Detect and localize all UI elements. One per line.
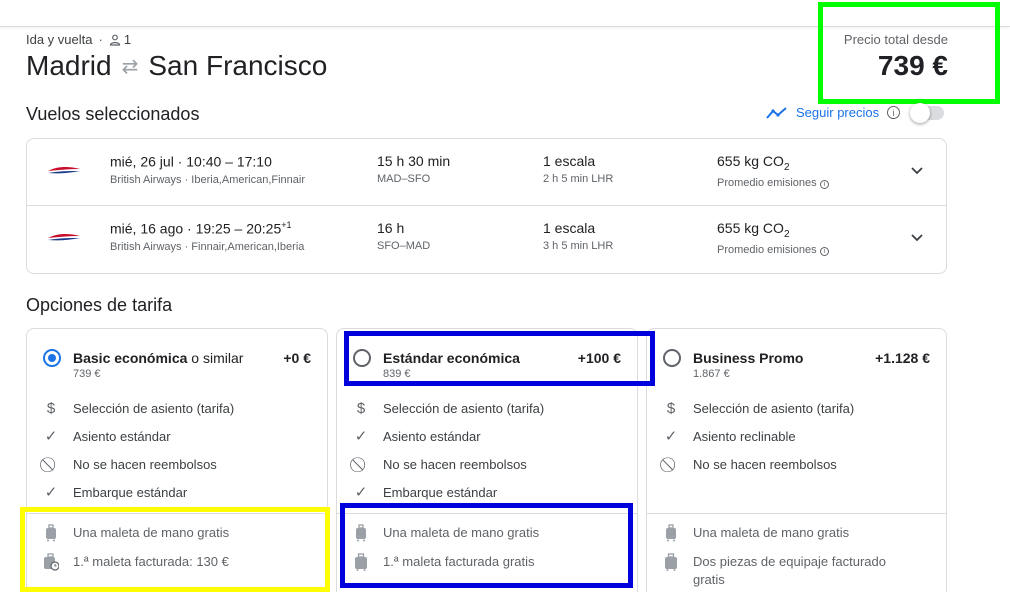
dollar-icon: $ [46,399,56,417]
fare-radio-selected[interactable] [43,349,61,367]
flight-layover: 3 h 5 min LHR [543,240,614,252]
chevron-down-icon[interactable] [910,230,924,244]
check-icon: ✓ [44,428,58,445]
flight-emissions: 655 kg CO2 [717,220,790,240]
flight-airlines: British Airways · Iberia,American,Finnai… [110,173,306,186]
person-icon [109,34,120,46]
british-airways-logo [48,166,80,174]
passengers-selector[interactable]: 1 [109,32,131,47]
track-prices-label[interactable]: Seguir precios [796,105,879,120]
fare-card-standard[interactable]: Estándar económica +100 € 839 € $ Selecci… [336,328,638,592]
selected-flights-list: mié, 26 jul · 10:40 – 17:10 British Airw… [26,138,947,274]
fare-options-title: Opciones de tarifa [26,295,173,315]
feature-seat: ✓ Asiento estándar [354,428,481,445]
flight-duration: 15 h 30 min [377,153,451,169]
flight-stops: 1 escala [543,153,596,169]
checked-bag-icon [665,553,677,571]
divider [647,513,946,514]
flight-row-outbound[interactable]: mié, 26 jul · 10:40 – 17:10 British Airw… [27,139,946,206]
no-icon: ⃠ [353,456,369,472]
dollar-icon: $ [666,399,676,417]
track-prices-control[interactable]: Seguir precios i [766,102,945,123]
feature-seat-selection: $ Selección de asiento (tarifa) [663,399,854,417]
fare-radio[interactable] [353,349,371,367]
flight-stops: 1 escala [543,220,596,236]
bag-checked: 1.ª maleta facturada: 130 € [43,553,229,571]
trip-type[interactable]: Ida y vuelta [26,32,93,47]
info-icon[interactable]: i [819,246,829,256]
carry-on-bag-icon [666,524,676,542]
fare-card-basic[interactable]: Basic económica o similar +0 € 739 € $ Se… [26,328,328,592]
fare-price: 739 € [73,368,101,380]
bag-carry-on: Una maleta de mano gratis [663,524,849,542]
fare-card-business[interactable]: Business Promo +1.128 € 1.867 € $ Selecci… [646,328,947,592]
total-price-label: Precio total desde [843,32,948,47]
feature-seat: ✓ Asiento reclinable [664,428,796,445]
feature-seat-selection: $ Selección de asiento (tarifa) [353,399,544,417]
flight-emissions: 655 kg CO2 [717,153,790,173]
selected-flights-title: Vuelos seleccionados [26,104,200,124]
checked-bag-icon [355,553,367,571]
passenger-count: 1 [123,32,132,47]
feature-seat-selection: $ Selección de asiento (tarifa) [43,399,234,417]
check-icon: ✓ [664,428,678,445]
flight-route: MAD–SFO [377,173,431,185]
carry-on-bag-icon [46,524,56,542]
feature-seat: ✓ Asiento estándar [44,428,171,445]
check-icon: ✓ [354,484,368,501]
trip-meta: Ida y vuelta · 1 [26,32,131,47]
flight-row-return[interactable]: mié, 16 ago · 19:25 – 20:25+1 British Ai… [27,206,946,273]
total-price: 739 € [877,50,948,81]
fare-delta-price: +1.128 € [875,350,930,366]
feature-refund: ⃠No se hacen reembolsos [43,456,217,472]
chevron-down-icon[interactable] [910,163,924,177]
fare-delta-price: +100 € [577,350,621,366]
no-icon: ⃠ [663,456,679,472]
bag-checked: 1.ª maleta facturada gratis [353,553,535,571]
check-icon: ✓ [44,484,58,501]
feature-refund: ⃠No se hacen reembolsos [353,456,527,472]
top-bar [0,0,1010,27]
fare-delta-price: +0 € [283,350,311,366]
flight-duration: 16 h [377,220,405,236]
route-heading: Madrid ⇄ San Francisco [26,50,327,82]
no-icon: ⃠ [43,456,59,472]
fare-price: 1.867 € [693,368,730,380]
divider [337,513,637,514]
separator: · [98,32,103,47]
flight-date-time: mié, 16 ago · 19:25 – 20:25+1 [110,220,292,237]
dollar-icon: $ [356,399,366,417]
bag-carry-on: Una maleta de mano gratis [43,524,229,542]
checked-bag-fee-icon [44,553,59,571]
bag-checked: Dos piezas de equipaje facturado gratis [663,553,903,589]
destination-city: San Francisco [148,50,328,81]
emissions-label: Promedio emisiones i [717,244,829,256]
flight-date-time: mié, 26 jul · 10:40 – 17:10 [110,153,272,170]
origin-city: Madrid [26,50,112,81]
bag-carry-on: Una maleta de mano gratis [353,524,539,542]
flight-route: SFO–MAD [377,240,431,252]
fare-name: Business Promo [693,350,804,366]
feature-refund: ⃠No se hacen reembolsos [663,456,837,472]
flight-airlines: British Airways · Finnair,American,Iberi… [110,240,305,253]
emissions-label: Promedio emisiones i [717,177,829,189]
carry-on-bag-icon [356,524,366,542]
flight-layover: 2 h 5 min LHR [543,173,614,185]
fare-name: Estándar económica [383,350,520,366]
fare-name: Basic económica o similar [73,350,244,366]
info-icon[interactable]: i [819,179,829,189]
fare-radio[interactable] [663,349,681,367]
feature-boarding: ✓ Embarque estándar [44,484,188,501]
track-prices-toggle[interactable] [910,102,945,123]
swap-arrows-icon: ⇄ [121,55,139,78]
feature-boarding: ✓ Embarque estándar [354,484,498,501]
check-icon: ✓ [354,428,368,445]
fare-price: 839 € [383,368,411,380]
trend-icon [766,106,787,119]
british-airways-logo [48,233,80,241]
info-icon[interactable]: i [887,106,901,119]
divider [27,513,327,514]
